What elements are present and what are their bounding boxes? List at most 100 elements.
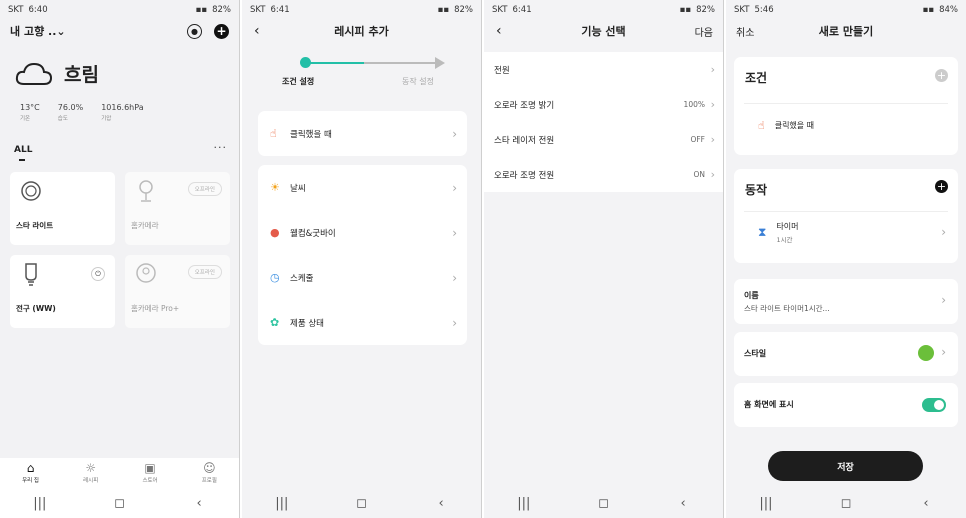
tab-profile[interactable]: ☺ 프로필 <box>202 462 217 484</box>
chevron-right-icon: › <box>452 225 457 240</box>
tab-store[interactable]: ▣ 스토어 <box>142 462 157 484</box>
list-item-label: 클릭했을 때 <box>290 129 332 140</box>
action-card: 동작 + ⧗ 타이머 1시간 › <box>734 169 958 263</box>
back-icon[interactable]: ‹ <box>496 23 502 39</box>
camera-pro-icon <box>136 263 156 283</box>
recents-button[interactable]: ||| <box>746 496 786 511</box>
list-item-value: OFF <box>690 135 705 144</box>
home-selector[interactable]: 내 고향 ..⌄ <box>10 23 66 39</box>
list-item[interactable]: 오로라 조명 전원 ON › <box>484 157 723 192</box>
chevron-right-icon: › <box>452 270 457 285</box>
next-button[interactable]: 다음 <box>695 24 713 39</box>
signal-icon: ▪▪ <box>922 5 935 15</box>
device-card[interactable]: ⏻ 전구 (WW) <box>10 255 115 328</box>
home-display-toggle[interactable] <box>922 398 946 412</box>
recents-button[interactable]: ||| <box>20 496 60 511</box>
system-nav: ||| ◻ ‹ <box>726 488 966 518</box>
header: ‹ 기능 선택 다음 <box>484 20 723 42</box>
signal-icon: ▪▪ <box>195 5 208 15</box>
back-button[interactable]: ‹ <box>421 496 461 511</box>
home-button[interactable]: ◻ <box>341 496 381 511</box>
more-icon[interactable]: ··· <box>214 141 228 154</box>
tab-all[interactable]: ALL <box>14 145 32 155</box>
list-item[interactable]: ☝ 클릭했을 때 › <box>258 111 467 156</box>
back-button[interactable]: ‹ <box>179 496 219 511</box>
recents-button[interactable]: ||| <box>504 496 544 511</box>
action-item[interactable]: ⧗ 타이머 1시간 <box>758 221 799 244</box>
clock: 6:41 <box>270 5 290 15</box>
step-condition: 조건 설정 <box>282 77 315 86</box>
home-display-row: 홈 화면에 표시 <box>734 383 958 427</box>
clock: 6:41 <box>512 5 532 15</box>
back-button[interactable]: ‹ <box>663 496 703 511</box>
power-icon[interactable]: ⏻ <box>91 267 105 281</box>
battery-level: 84% <box>939 5 958 15</box>
back-icon[interactable]: ‹ <box>254 23 260 39</box>
carrier: SKT <box>734 5 750 15</box>
name-label: 이름 <box>744 291 759 300</box>
tab-recipe[interactable]: ☼ 레시피 <box>83 462 98 484</box>
list-item[interactable]: ☀ 날씨 › <box>258 165 467 210</box>
camera-icon[interactable]: ● <box>187 23 202 39</box>
add-action-icon[interactable]: + <box>935 180 948 193</box>
action-title: 동작 <box>745 183 768 197</box>
system-nav: ||| ◻ ‹ <box>484 488 723 518</box>
offline-badge: 오프라인 <box>187 182 222 196</box>
header: ‹ 레시피 추가 <box>242 20 481 42</box>
list-item[interactable]: 전원 › <box>484 52 723 87</box>
list-item-value: 100% <box>683 100 705 109</box>
pressure: 1016.6hPa <box>101 103 144 112</box>
list-item[interactable]: ◷ 스케줄 › <box>258 255 467 300</box>
sun-icon: ☼ <box>85 461 97 475</box>
tab-home-label: 우리 집 <box>22 478 39 484</box>
chevron-right-icon: › <box>452 180 457 195</box>
carrier: SKT <box>492 5 508 15</box>
temperature-label: 기온 <box>20 116 31 122</box>
system-nav: ||| ◻ ‹ <box>0 488 239 518</box>
home-display-label: 홈 화면에 표시 <box>744 400 794 409</box>
tab-recipe-label: 레시피 <box>83 478 99 484</box>
list-item[interactable]: ✿ 제품 상태 › <box>258 300 467 345</box>
device-card[interactable]: 오프라인 홈카메라 <box>125 172 230 245</box>
save-button[interactable]: 저장 <box>768 451 923 481</box>
tab-home[interactable]: ⌂ 우리 집 <box>22 462 39 484</box>
step-action: 동작 설정 <box>402 77 434 86</box>
offline-badge: 오프라인 <box>187 265 222 279</box>
recents-button[interactable]: ||| <box>262 496 302 511</box>
page-title: 새로 만들기 <box>818 25 874 38</box>
action-item-label: 타이머 <box>776 222 799 231</box>
cancel-button[interactable]: 취소 <box>736 24 754 39</box>
trigger-panel: ☝ 클릭했을 때 › <box>258 111 467 156</box>
home-button[interactable]: ◻ <box>826 496 866 511</box>
style-label: 스타일 <box>744 349 767 358</box>
add-condition-icon[interactable]: + <box>935 69 948 82</box>
clock: 6:40 <box>28 5 48 15</box>
hourglass-icon: ⧗ <box>758 225 767 239</box>
list-item[interactable]: ● 웰컴&굿바이 › <box>258 210 467 255</box>
list-item[interactable]: 오로라 조명 밝기 100% › <box>484 87 723 122</box>
chevron-right-icon: › <box>452 126 457 141</box>
list-item[interactable]: 스타 레이저 전원 OFF › <box>484 122 723 157</box>
device-card[interactable]: 오프라인 홈카메라 Pro+ <box>125 255 230 328</box>
name-row[interactable]: 이름 스타 라이트 타이머1시간... › <box>734 279 958 324</box>
condition-item[interactable]: ☝ 클릭했을 때 <box>758 119 814 132</box>
home-button[interactable]: ◻ <box>99 496 139 511</box>
chevron-right-icon: › <box>710 98 715 111</box>
chevron-right-icon: › <box>710 133 715 146</box>
home-icon: ⌂ <box>26 461 35 475</box>
device-card[interactable]: 스타 라이트 <box>10 172 115 245</box>
back-button[interactable]: ‹ <box>906 496 946 511</box>
style-row[interactable]: 스타일 › <box>734 332 958 376</box>
signal-icon: ▪▪ <box>679 5 692 15</box>
sun-icon: ☀ <box>270 181 280 194</box>
status-bar: SKT 6:40 ▪▪ 82% <box>0 0 239 20</box>
signal-icon: ▪▪ <box>437 5 450 15</box>
list-item-label: 제품 상태 <box>290 318 324 329</box>
home-screen: SKT 6:40 ▪▪ 82% 내 고향 ..⌄ ● + 흐림 13°C 기온 76.… <box>0 0 240 518</box>
weather-condition: 흐림 <box>64 64 99 86</box>
home-button[interactable]: ◻ <box>583 496 623 511</box>
condition-item-label: 클릭했을 때 <box>774 121 815 130</box>
add-icon[interactable]: + <box>214 23 229 39</box>
humidity-label: 습도 <box>57 116 68 122</box>
device-name: 전구 (WW) <box>16 304 56 313</box>
